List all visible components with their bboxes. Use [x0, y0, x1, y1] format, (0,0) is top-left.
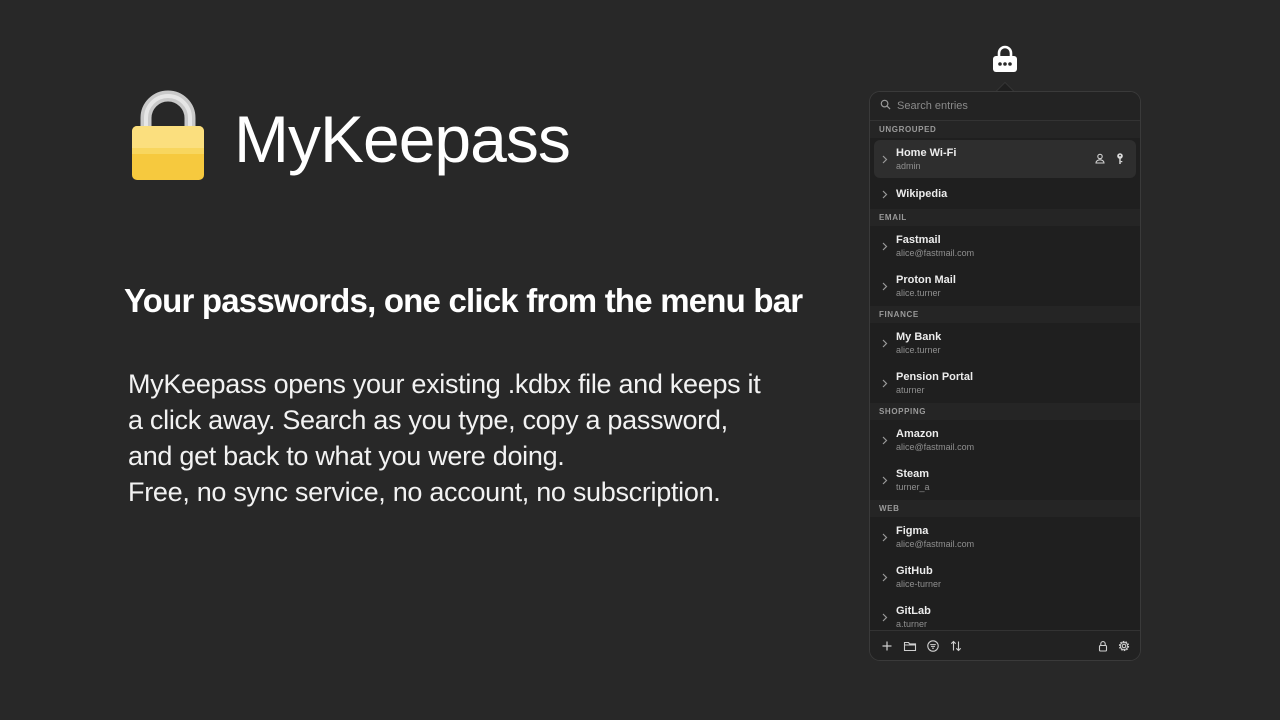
- description-line: a click away. Search as you type, copy a…: [128, 405, 728, 435]
- entry-username: alice-turner: [896, 578, 942, 589]
- app-title: MyKeepass: [234, 102, 571, 176]
- entry-username: alice@fastmail.com: [896, 247, 975, 258]
- chevron-right-icon[interactable]: [881, 190, 888, 199]
- entry-username: alice.turner: [896, 344, 941, 355]
- entry-pension-portal[interactable]: Pension Portal aturner: [870, 363, 1140, 403]
- entry-username: admin: [896, 160, 921, 171]
- group-header-finance: FINANCE: [870, 306, 1140, 323]
- plus-icon[interactable]: [880, 639, 894, 653]
- entry-username: alice@fastmail.com: [896, 538, 975, 549]
- chevron-right-icon[interactable]: [881, 379, 888, 388]
- entry-title: Amazon: [896, 427, 939, 440]
- entry-title: Proton Mail: [896, 273, 956, 286]
- entry-amazon[interactable]: Amazon alice@fastmail.com: [870, 420, 1140, 460]
- entry-actions: [1094, 152, 1126, 165]
- entry-username: alice@fastmail.com: [896, 441, 975, 452]
- entry-figma[interactable]: Figma alice@fastmail.com: [870, 517, 1140, 557]
- tagline: Your passwords, one click from the menu …: [124, 282, 803, 319]
- entry-proton-mail[interactable]: Proton Mail alice.turner: [870, 266, 1140, 306]
- entry-fastmail[interactable]: Fastmail alice@fastmail.com: [870, 226, 1140, 266]
- chevron-right-icon[interactable]: [881, 436, 888, 445]
- sort-icon[interactable]: [949, 639, 963, 653]
- search-icon: [880, 97, 891, 115]
- entry-title: Home Wi-Fi: [896, 146, 957, 159]
- entry-my-bank[interactable]: My Bank alice.turner: [870, 323, 1140, 363]
- popover-footer: [870, 630, 1140, 660]
- filter-icon[interactable]: [926, 639, 940, 653]
- chevron-right-icon[interactable]: [881, 242, 888, 251]
- chevron-right-icon[interactable]: [881, 282, 888, 291]
- chevron-right-icon[interactable]: [881, 339, 888, 348]
- description-line: MyKeepass opens your existing .kdbx file…: [128, 369, 761, 399]
- search-bar: [870, 92, 1140, 121]
- stage: MyKeepass Your passwords, one click from…: [0, 0, 1280, 720]
- copy-username-icon[interactable]: [1094, 152, 1106, 165]
- brand: MyKeepass: [126, 88, 571, 184]
- entry-username: aturner: [896, 384, 925, 395]
- description-line: and get back to what you were doing.: [128, 441, 565, 471]
- entry-title: Figma: [896, 524, 929, 537]
- chevron-right-icon[interactable]: [881, 533, 888, 542]
- chevron-right-icon[interactable]: [881, 155, 888, 164]
- group-header-email: EMAIL: [870, 209, 1140, 226]
- entry-title: GitHub: [896, 564, 933, 577]
- padlock-icon: [126, 88, 210, 184]
- description: MyKeepass opens your existing .kdbx file…: [128, 366, 828, 510]
- group-header-web: WEB: [870, 500, 1140, 517]
- entry-username: alice.turner: [896, 287, 941, 298]
- entry-steam[interactable]: Steam turner_a: [870, 460, 1140, 500]
- folder-icon[interactable]: [903, 639, 917, 653]
- chevron-right-icon[interactable]: [881, 573, 888, 582]
- entry-title: My Bank: [896, 330, 942, 343]
- entry-title: Pension Portal: [896, 370, 974, 383]
- entry-title: Steam: [896, 467, 930, 480]
- menubar-lock-icon[interactable]: [991, 44, 1019, 74]
- gear-icon[interactable]: [1117, 639, 1131, 653]
- entry-title: GitLab: [896, 604, 931, 617]
- chevron-right-icon[interactable]: [881, 613, 888, 622]
- entry-wikipedia[interactable]: Wikipedia: [870, 180, 1140, 209]
- entry-home-wifi[interactable]: Home Wi-Fi admin: [874, 140, 1136, 178]
- search-input[interactable]: [897, 100, 1117, 112]
- entries-popover: UNGROUPED Home Wi-Fi admin: [869, 91, 1141, 661]
- entry-title: Wikipedia: [896, 188, 948, 200]
- entry-username: turner_a: [896, 481, 930, 492]
- lock-database-icon[interactable]: [1096, 639, 1110, 653]
- entry-github[interactable]: GitHub alice-turner: [870, 557, 1140, 597]
- group-header-shopping: SHOPPING: [870, 403, 1140, 420]
- group-header-ungrouped: UNGROUPED: [870, 121, 1140, 138]
- entry-list: UNGROUPED Home Wi-Fi admin Wikipedia EMA…: [870, 121, 1140, 637]
- entry-title: Fastmail: [896, 233, 941, 246]
- description-line: Free, no sync service, no account, no su…: [128, 477, 721, 507]
- chevron-right-icon[interactable]: [881, 476, 888, 485]
- copy-password-key-icon[interactable]: [1114, 152, 1126, 165]
- entry-username: a.turner: [896, 618, 928, 629]
